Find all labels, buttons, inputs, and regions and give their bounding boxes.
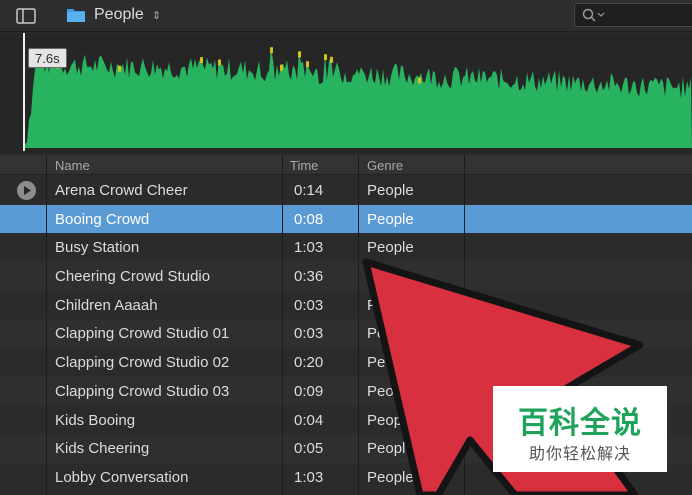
watermark-title: 百科全说 xyxy=(518,407,642,440)
sound-browser-window: People ⇕ 7.6s Name Time Genre Arena Crow… xyxy=(0,0,692,495)
watermark-subtitle: 助你轻松解决 xyxy=(528,446,631,463)
watermark-logo: 百科全说 助你轻松解决 xyxy=(493,386,667,472)
